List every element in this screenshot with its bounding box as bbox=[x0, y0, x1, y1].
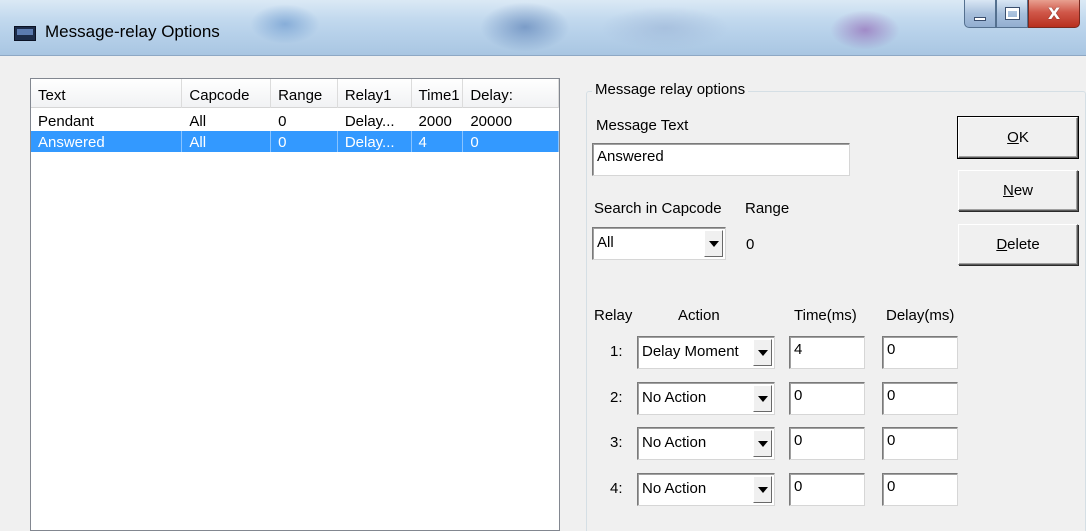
cell-range: 0 bbox=[278, 113, 287, 130]
console-window-icon[interactable] bbox=[14, 26, 36, 41]
delete-label: elete bbox=[1007, 236, 1040, 253]
relay-3-action-value: No Action bbox=[642, 434, 707, 451]
cell-delay: 20000 bbox=[470, 113, 513, 130]
delete-mnemonic: D bbox=[996, 236, 1008, 253]
list-header: Text Capcode Range Relay1 Time1 Delay: bbox=[31, 79, 559, 108]
window-title: Message-relay Options bbox=[45, 22, 220, 41]
cell-time1: 2000 bbox=[418, 113, 452, 130]
chevron-down-icon[interactable] bbox=[753, 339, 772, 366]
relay-4-time-input[interactable]: 0 bbox=[789, 473, 865, 506]
ok-mnemonic: O bbox=[1007, 129, 1019, 146]
relay-3-action-combobox[interactable]: No Action bbox=[637, 427, 775, 460]
cell-text: Answered bbox=[31, 131, 183, 152]
relay-4-delay-input[interactable]: 0 bbox=[882, 473, 958, 506]
group-label: Message relay options bbox=[592, 81, 749, 98]
relay-1-action-combobox[interactable]: Delay Moment bbox=[637, 336, 775, 369]
relay-3-delay-input[interactable]: 0 bbox=[882, 427, 958, 460]
table-row-selected[interactable]: Answered All 0 Delay... 4 0 bbox=[31, 131, 559, 152]
relay-4-action-combobox[interactable]: No Action bbox=[637, 473, 775, 506]
capcode-combobox[interactable]: All bbox=[592, 227, 726, 260]
chevron-down-icon[interactable] bbox=[753, 385, 772, 412]
chevron-down-icon[interactable] bbox=[704, 230, 723, 257]
column-header-text[interactable]: Text bbox=[31, 79, 183, 108]
relay-number: 2: bbox=[610, 389, 623, 406]
relay-3-time-input[interactable]: 0 bbox=[789, 427, 865, 460]
relay-1-action-value: Delay Moment bbox=[642, 343, 739, 360]
time-header: Time(ms) bbox=[794, 307, 857, 324]
message-text-label: Message Text bbox=[596, 117, 689, 134]
search-capcode-label: Search in Capcode bbox=[594, 200, 722, 217]
title-bar[interactable]: Message-relay Options X bbox=[0, 0, 1086, 56]
ok-label: K bbox=[1018, 129, 1029, 146]
cell-relay1: Delay... bbox=[344, 113, 395, 130]
ok-button[interactable]: OK bbox=[957, 116, 1079, 159]
cell-delay: 0 bbox=[463, 131, 559, 152]
relay-number: 4: bbox=[610, 480, 623, 497]
minimize-button[interactable] bbox=[964, 0, 996, 28]
close-icon: X bbox=[1047, 4, 1061, 23]
relay-1-time-input[interactable]: 4 bbox=[789, 336, 865, 369]
column-header-range[interactable]: Range bbox=[271, 79, 338, 108]
aero-glow bbox=[830, 10, 900, 50]
new-mnemonic: N bbox=[1002, 182, 1014, 199]
column-header-capcode[interactable]: Capcode bbox=[182, 79, 272, 108]
table-row[interactable]: Pendant All 0 Delay... 2000 20000 bbox=[31, 110, 559, 131]
chevron-down-icon[interactable] bbox=[753, 430, 772, 457]
cell-capcode: All bbox=[189, 113, 207, 130]
relay-4-action-value: No Action bbox=[642, 480, 707, 497]
delete-button[interactable]: Delete bbox=[958, 224, 1078, 265]
message-text-input[interactable]: Answered bbox=[592, 143, 850, 176]
cell-range: 0 bbox=[271, 131, 338, 152]
new-button[interactable]: New bbox=[958, 170, 1078, 211]
aero-glow bbox=[600, 6, 730, 50]
chevron-down-icon[interactable] bbox=[753, 476, 772, 503]
cell-relay1: Delay... bbox=[338, 131, 412, 152]
relay-2-action-combobox[interactable]: No Action bbox=[637, 382, 775, 415]
range-value: 0 bbox=[746, 236, 755, 253]
action-header: Action bbox=[678, 307, 720, 324]
maximize-icon bbox=[1004, 7, 1020, 20]
close-button[interactable]: X bbox=[1028, 0, 1080, 28]
relay-2-delay-input[interactable]: 0 bbox=[882, 382, 958, 415]
cell-time1: 4 bbox=[412, 131, 464, 152]
aero-glow bbox=[480, 2, 570, 52]
relay-number: 3: bbox=[610, 434, 623, 451]
cell-text: Pendant bbox=[38, 113, 94, 130]
relay-2-action-value: No Action bbox=[642, 389, 707, 406]
column-header-time1[interactable]: Time1 bbox=[412, 79, 464, 108]
relay-1-delay-input[interactable]: 0 bbox=[882, 336, 958, 369]
cell-capcode: All bbox=[182, 131, 272, 152]
new-label: ew bbox=[1013, 182, 1034, 199]
minimize-icon bbox=[974, 16, 986, 21]
range-label: Range bbox=[745, 200, 790, 217]
delay-header: Delay(ms) bbox=[886, 307, 955, 324]
column-header-delay[interactable]: Delay: bbox=[463, 79, 559, 108]
aero-glow bbox=[250, 4, 320, 44]
column-header-relay1[interactable]: Relay1 bbox=[338, 79, 412, 108]
relay-number: 1: bbox=[610, 343, 623, 360]
capcode-value: All bbox=[597, 234, 614, 251]
message-list[interactable]: Text Capcode Range Relay1 Time1 Delay: P… bbox=[30, 78, 560, 531]
relay-header: Relay bbox=[594, 307, 633, 324]
relay-2-time-input[interactable]: 0 bbox=[789, 382, 865, 415]
maximize-button[interactable] bbox=[996, 0, 1028, 28]
